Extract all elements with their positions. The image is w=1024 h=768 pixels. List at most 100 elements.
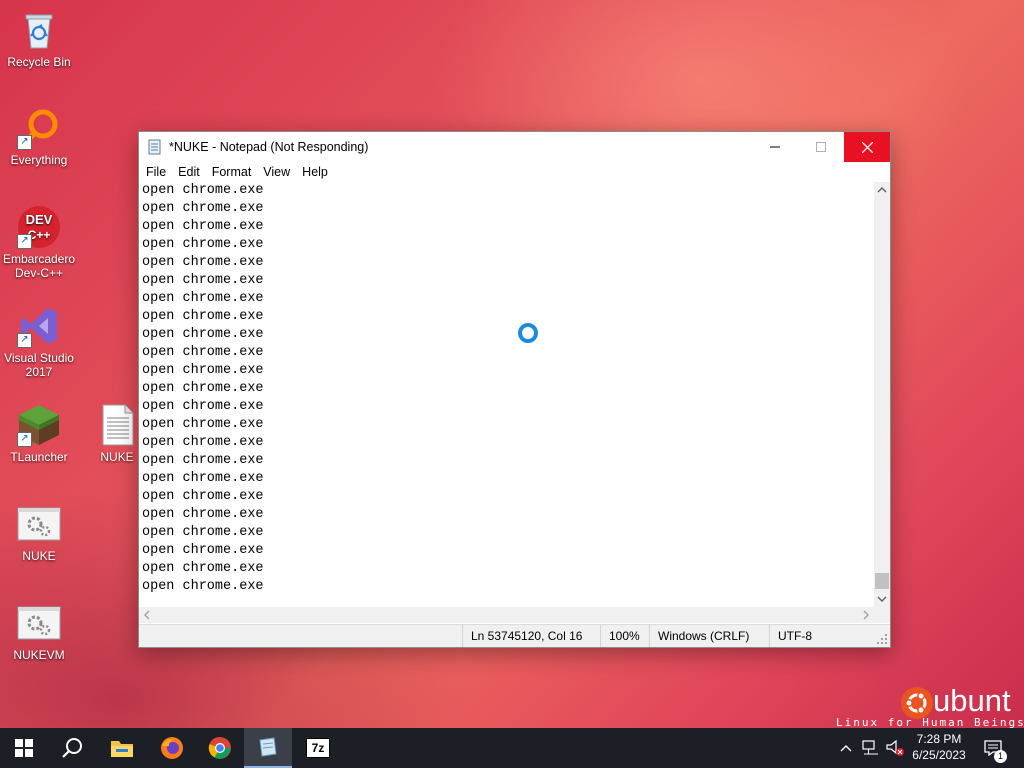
- minimize-button[interactable]: [752, 132, 798, 162]
- menu-edit[interactable]: Edit: [173, 165, 205, 179]
- desktop-icon-dev-cpp[interactable]: DEV C++ ↗ Embarcadero Dev-C++: [0, 205, 78, 280]
- ubuntu-watermark: ubunt Linux for Human Beings: [836, 684, 1024, 728]
- scroll-right-icon[interactable]: [858, 607, 874, 623]
- search-icon: [62, 738, 82, 758]
- loading-spinner-icon: [517, 322, 539, 349]
- text-line: open chrome.exe: [142, 561, 264, 576]
- text-line: open chrome.exe: [142, 237, 264, 252]
- vertical-scroll-thumb[interactable]: [875, 573, 889, 589]
- text-line: open chrome.exe: [142, 201, 264, 216]
- desktop-icon-recycle-bin[interactable]: Recycle Bin: [0, 8, 78, 69]
- text-line: open chrome.exe: [142, 453, 264, 468]
- close-button[interactable]: [844, 132, 890, 162]
- desktop-icon-label: Recycle Bin: [7, 55, 71, 69]
- text-line: open chrome.exe: [142, 219, 264, 234]
- ubuntu-tagline: Linux for Human Beings: [836, 716, 1024, 728]
- desktop-icon-visual-studio[interactable]: ↗ Visual Studio 2017: [0, 304, 78, 379]
- svg-text:DEV: DEV: [26, 212, 53, 227]
- scroll-up-icon[interactable]: [874, 182, 890, 198]
- text-line: open chrome.exe: [142, 345, 264, 360]
- visual-studio-icon: ↗: [17, 304, 61, 348]
- shortcut-arrow-icon: ↗: [17, 432, 32, 447]
- resize-grip-icon[interactable]: [876, 633, 888, 645]
- notepad-icon: [259, 737, 277, 757]
- desktop-icon-everything[interactable]: ↗ Everything: [0, 106, 78, 167]
- status-encoding: UTF-8: [769, 625, 858, 647]
- text-line: open chrome.exe: [142, 525, 264, 540]
- windows-logo-icon: [15, 739, 33, 757]
- title-bar[interactable]: *NUKE - Notepad (Not Responding): [139, 132, 890, 162]
- text-line: open chrome.exe: [142, 291, 264, 306]
- shortcut-arrow-icon: ↗: [17, 135, 32, 150]
- grass-block-icon: ↗: [17, 403, 61, 447]
- desktop-icon-label: TLauncher: [10, 450, 68, 464]
- search-button[interactable]: [48, 728, 96, 768]
- scroll-down-icon[interactable]: [874, 591, 890, 607]
- desktop-icon-tlauncher[interactable]: ↗ TLauncher: [0, 403, 78, 464]
- 7zip-icon: 7z: [306, 738, 330, 758]
- text-line: open chrome.exe: [142, 327, 264, 342]
- scroll-left-icon[interactable]: [139, 607, 155, 623]
- 7zip-icon-label: 7z: [311, 741, 325, 755]
- scrollbar-corner: [874, 607, 890, 623]
- menu-bar: File Edit Format View Help: [139, 162, 890, 182]
- desktop-icon-label: Visual Studio 2017: [4, 351, 74, 379]
- menu-help[interactable]: Help: [297, 165, 333, 179]
- maximize-icon: [816, 142, 826, 152]
- text-line: open chrome.exe: [142, 579, 264, 594]
- notepad-window[interactable]: *NUKE - Notepad (Not Responding) File Ed…: [138, 131, 891, 648]
- text-line: open chrome.exe: [142, 417, 264, 432]
- clock[interactable]: 7:28 PM 6/25/2023: [904, 728, 974, 768]
- taskbar-notepad[interactable]: [244, 728, 292, 768]
- text-file-icon: [95, 403, 139, 447]
- maximize-button[interactable]: [798, 132, 844, 162]
- ubuntu-wordmark: ubunt: [933, 684, 1011, 718]
- text-editor[interactable]: open chrome.exe open chrome.exe open chrom…: [139, 182, 874, 607]
- status-line-ending: Windows (CRLF): [649, 625, 768, 647]
- text-line: open chrome.exe: [142, 363, 264, 378]
- network-icon[interactable]: [862, 740, 880, 756]
- shortcut-arrow-icon: ↗: [17, 234, 32, 249]
- everything-search-icon: ↗: [17, 106, 61, 150]
- menu-view[interactable]: View: [258, 165, 295, 179]
- show-hidden-icons-chevron-icon[interactable]: [840, 742, 852, 754]
- vertical-scrollbar[interactable]: [874, 182, 890, 607]
- menu-file[interactable]: File: [141, 165, 171, 179]
- minimize-icon: [770, 146, 780, 148]
- status-zoom: 100%: [600, 625, 649, 647]
- horizontal-scrollbar[interactable]: [139, 607, 874, 623]
- status-bar: Ln 53745120, Col 16 100% Windows (CRLF) …: [139, 624, 890, 647]
- desktop-icon-nuke-exe[interactable]: NUKE: [0, 502, 78, 563]
- taskbar: 7z 7:28 PM 6/25/2023 1: [0, 728, 1024, 768]
- taskbar-firefox[interactable]: [148, 728, 196, 768]
- firefox-icon: [161, 737, 183, 759]
- clock-time: 7:28 PM: [916, 732, 962, 746]
- text-line: open chrome.exe: [142, 543, 264, 558]
- menu-format[interactable]: Format: [207, 165, 257, 179]
- text-line: open chrome.exe: [142, 255, 264, 270]
- volume-muted-icon[interactable]: [886, 739, 906, 757]
- folder-icon: [111, 741, 133, 757]
- taskbar-file-explorer[interactable]: [98, 728, 146, 768]
- close-icon: [861, 141, 873, 153]
- text-line: open chrome.exe: [142, 273, 264, 288]
- application-gear-icon: [17, 601, 61, 645]
- ubuntu-logo-icon: [901, 687, 933, 719]
- desktop-icon-nukevm[interactable]: NUKEVM: [0, 601, 78, 662]
- desktop-icon-label: Everything: [10, 153, 68, 167]
- text-line: open chrome.exe: [142, 183, 264, 198]
- start-button[interactable]: [0, 728, 48, 768]
- chrome-icon: [208, 736, 231, 759]
- notepad-icon: [147, 139, 163, 155]
- window-title: *NUKE - Notepad (Not Responding): [169, 140, 369, 154]
- notification-badge: 1: [994, 750, 1007, 763]
- text-line: open chrome.exe: [142, 381, 264, 396]
- shortcut-arrow-icon: ↗: [17, 333, 32, 348]
- text-line: open chrome.exe: [142, 507, 264, 522]
- clock-date: 6/25/2023: [912, 748, 966, 762]
- desktop-icon-label: Embarcadero Dev-C++: [2, 252, 76, 280]
- notification-center-button[interactable]: 1: [980, 728, 1010, 768]
- taskbar-chrome[interactable]: [196, 728, 244, 768]
- taskbar-7zip[interactable]: 7z: [294, 728, 342, 768]
- dev-cpp-icon: DEV C++ ↗: [17, 205, 61, 249]
